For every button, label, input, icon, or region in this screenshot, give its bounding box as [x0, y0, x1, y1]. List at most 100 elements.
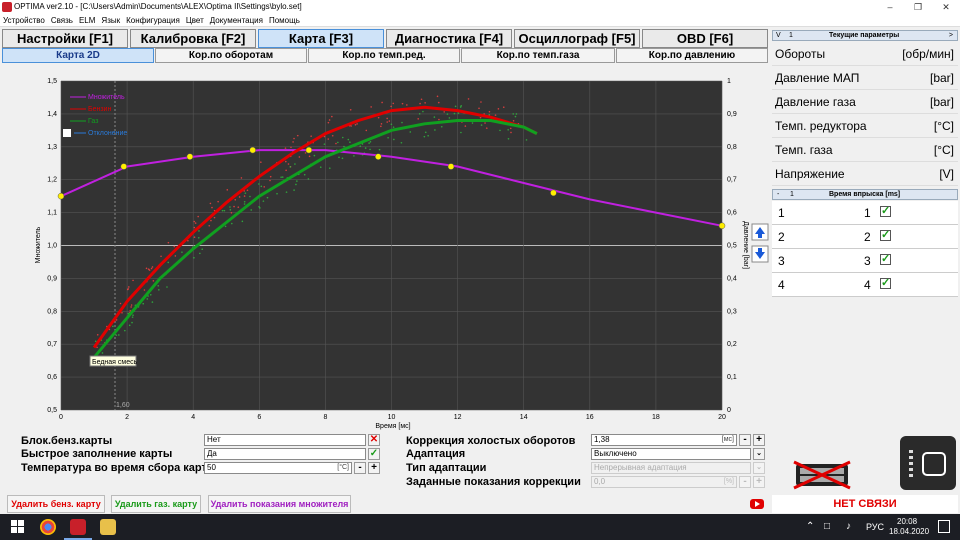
clock-date[interactable]: 18.04.2020	[889, 527, 929, 536]
multiplier-point	[120, 163, 128, 170]
idle-corr-increment-button[interactable]: +	[753, 434, 765, 446]
menu-configuration[interactable]: Конфигурация	[123, 14, 183, 27]
subtab-corr-reducer-temp[interactable]: Кор.по темп.ред.	[308, 48, 460, 63]
y-tick-label: 1,3	[47, 144, 57, 151]
fast-fill-confirm-button[interactable]: ✓	[368, 448, 380, 460]
network-icon[interactable]: □	[824, 521, 830, 532]
menu-help[interactable]: Помощь	[266, 14, 303, 27]
tab-settings[interactable]: Настройки [F1]	[2, 29, 128, 48]
params-scroll-left[interactable]: V	[776, 31, 781, 41]
tab-map[interactable]: Карта [F3]	[258, 29, 384, 48]
scatter-point	[381, 101, 383, 104]
minimize-button[interactable]: –	[876, 0, 904, 14]
tab-oscilloscope[interactable]: Осциллограф [F5]	[514, 29, 640, 48]
scroll-down-button[interactable]	[751, 245, 769, 263]
fast-fill-label: Быстрое заполнение карты	[21, 448, 173, 460]
idle-corr-field[interactable]: 1,38 [мс]	[591, 434, 737, 446]
scatter-point	[96, 346, 98, 349]
scatter-point	[387, 136, 389, 139]
y-tick-label: 0,6	[47, 374, 57, 381]
legend-deviation-toggle[interactable]	[63, 129, 71, 137]
scroll-up-button[interactable]	[751, 223, 769, 241]
scatter-point	[289, 166, 292, 168]
scatter-point	[308, 155, 311, 158]
optima-app-icon[interactable]	[70, 519, 86, 535]
scatter-point	[388, 120, 391, 122]
scatter-point	[370, 106, 372, 108]
scatter-point	[145, 267, 148, 270]
corr-increment-button[interactable]: +	[753, 476, 765, 488]
tray-chevron-icon[interactable]: ⌃	[806, 521, 814, 532]
adaptation-dropdown-icon[interactable]: ⌄	[753, 448, 765, 460]
injector-1-checkbox[interactable]: ✓	[880, 206, 891, 217]
youtube-icon[interactable]	[750, 499, 764, 509]
injector-4-checkbox[interactable]: ✓	[880, 278, 891, 289]
multiplier-point	[718, 222, 726, 230]
scatter-point	[181, 251, 183, 253]
idle-corr-decrement-button[interactable]: -	[739, 434, 751, 446]
temp-increment-button[interactable]: +	[368, 462, 380, 474]
volume-icon[interactable]: ♪	[846, 521, 851, 532]
language-indicator[interactable]: РУС	[866, 522, 884, 532]
injection-collapse[interactable]: -	[777, 190, 779, 200]
menu-elm[interactable]: ELM	[76, 14, 98, 27]
adaptation-type-dropdown-icon[interactable]: ⌄	[753, 462, 765, 474]
subtab-map-2d[interactable]: Карта 2D	[2, 48, 154, 63]
delete-multiplier-button[interactable]: Удалить показания множителя	[208, 495, 351, 513]
adaptation-type-select[interactable]: Непрерывная адаптация	[591, 462, 751, 474]
subtab-corr-pressure[interactable]: Кор.по давлению	[616, 48, 768, 63]
tab-obd[interactable]: OBD [F6]	[642, 29, 768, 48]
tab-diagnostics[interactable]: Диагностика [F4]	[386, 29, 512, 48]
scatter-point	[304, 152, 307, 154]
collect-temp-field[interactable]: 50 [°C]	[204, 462, 352, 474]
scatter-point	[229, 206, 231, 208]
params-expand-button[interactable]: >	[949, 31, 953, 41]
scatter-point	[335, 142, 337, 145]
maximize-button[interactable]: ❐	[904, 0, 932, 14]
fast-fill-field[interactable]: Да	[204, 448, 366, 460]
tab-calibration[interactable]: Калибровка [F2]	[130, 29, 256, 48]
subtab-corr-gas-temp[interactable]: Кор.по темп.газа	[461, 48, 615, 63]
scatter-point	[244, 192, 247, 194]
scatter-point	[149, 293, 152, 296]
scatter-point	[390, 105, 392, 108]
injector-2-checkbox[interactable]: ✓	[880, 230, 891, 241]
petrol-block-clear-button[interactable]: ✕	[368, 434, 380, 446]
petrol-block-field[interactable]: Нет	[204, 434, 366, 446]
close-window-button[interactable]: ✕	[932, 0, 960, 14]
x-tick-label: 4	[191, 414, 195, 421]
scatter-point	[448, 117, 451, 119]
params-header-title: Текущие параметры	[829, 32, 900, 39]
menu-connection[interactable]: Связь	[48, 14, 76, 27]
clock-time[interactable]: 20:08	[897, 517, 917, 526]
corr-decrement-button[interactable]: -	[739, 476, 751, 488]
menu-documentation[interactable]: Документация	[207, 14, 266, 27]
injector-3-checkbox[interactable]: ✓	[880, 254, 891, 265]
menu-color[interactable]: Цвет	[183, 14, 207, 27]
x-tick-label: 12	[454, 414, 462, 421]
multiplier-point	[447, 163, 455, 170]
multiplier-point	[305, 146, 313, 154]
menu-device[interactable]: Устройство	[0, 14, 48, 27]
delete-petrol-map-button[interactable]: Удалить бенз. карту	[7, 495, 105, 513]
scatter-point	[130, 306, 132, 308]
delete-gas-map-button[interactable]: Удалить газ. карту	[111, 495, 201, 513]
x-tick-label: 0	[59, 414, 63, 421]
file-explorer-icon[interactable]	[100, 519, 116, 535]
chrome-icon[interactable]	[40, 519, 56, 535]
map-2d-chart[interactable]: 0,5 00,6 0,10,7 0,20,8 0,30,9 0,41,0 0,51,1 0,6…	[0, 64, 770, 434]
menu-language[interactable]: Язык	[98, 14, 123, 27]
y2-tick-label: 0,7	[727, 177, 737, 184]
scatter-point	[285, 191, 288, 193]
temp-decrement-button[interactable]: -	[354, 462, 366, 474]
y-axis-label: Множитель	[35, 226, 42, 263]
scatter-point	[327, 138, 330, 140]
notifications-icon[interactable]	[938, 520, 950, 533]
windows-start-icon[interactable]	[10, 519, 26, 535]
scatter-point	[173, 245, 176, 248]
scatter-point	[525, 139, 528, 141]
subtab-corr-rpm[interactable]: Кор.по оборотам	[155, 48, 307, 63]
adaptation-select[interactable]: Выключено	[591, 448, 751, 460]
scatter-point	[356, 123, 358, 125]
corr-values-field[interactable]: 0,0 [%]	[591, 476, 737, 488]
